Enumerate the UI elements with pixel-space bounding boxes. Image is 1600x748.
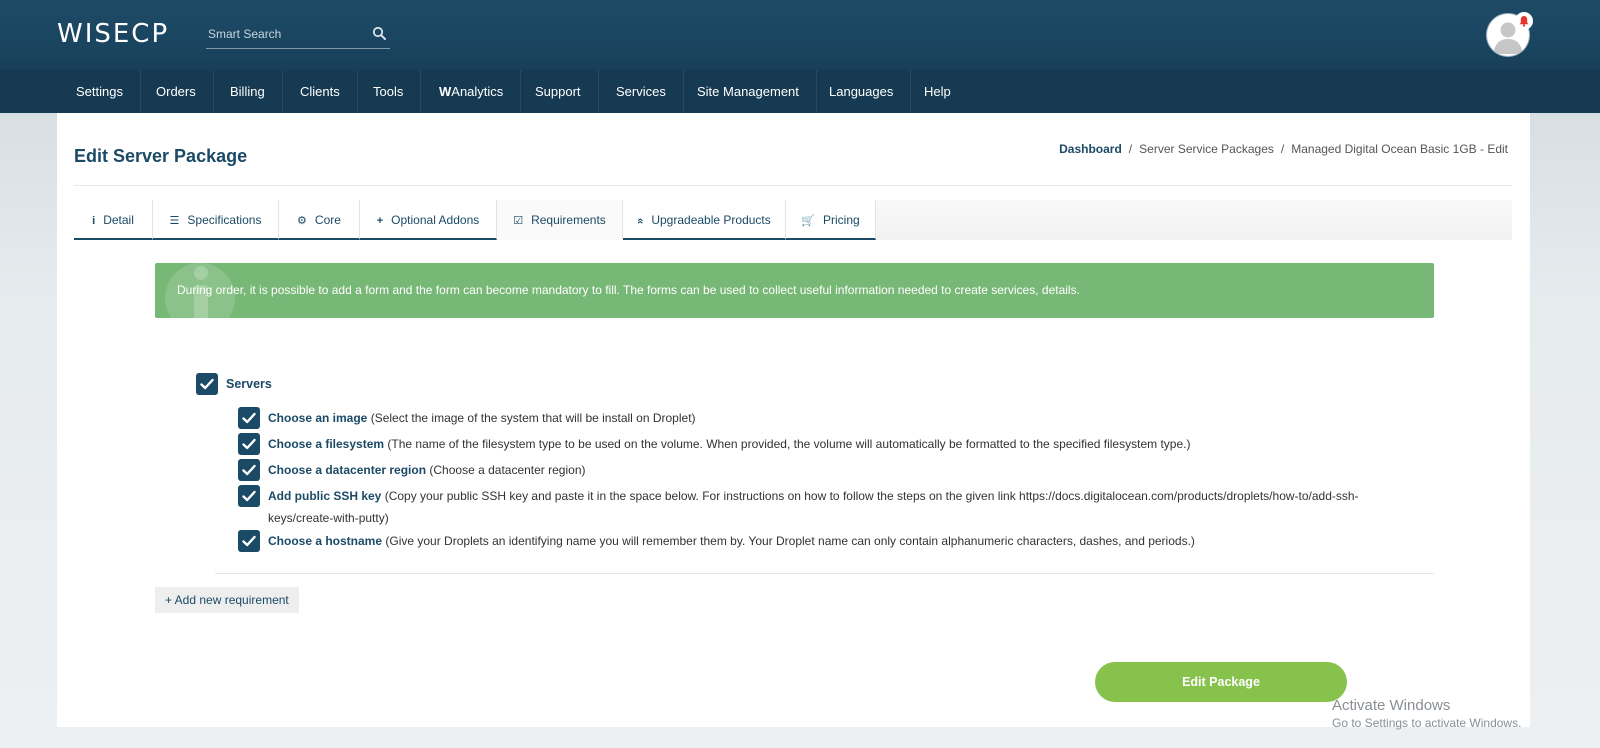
tab-label: Pricing [823, 213, 860, 227]
check-icon [242, 438, 256, 450]
requirement-name: Choose a hostname [268, 534, 383, 548]
tab-pricing[interactable]: 🛒 Pricing [786, 200, 876, 240]
requirement-item: Choose a datacenter region (Choose a dat… [268, 459, 585, 481]
nav-orders[interactable]: Orders [139, 70, 214, 113]
page-title: Edit Server Package [74, 146, 248, 166]
edit-package-button[interactable]: Edit Package [1095, 662, 1347, 702]
requirement-checkbox[interactable] [238, 433, 260, 455]
search-input[interactable] [206, 22, 370, 46]
nav-tools[interactable]: Tools [356, 70, 422, 113]
search-icon[interactable] [372, 26, 386, 40]
tab-upgradeable-products[interactable]: « Upgradeable Products [623, 200, 786, 240]
tab-label: Requirements [531, 213, 606, 227]
notification-bell[interactable] [1515, 12, 1533, 30]
requirement-item: Add public SSH key (Copy your public SSH… [268, 485, 1418, 529]
requirement-name: Choose a datacenter region [268, 463, 427, 477]
breadcrumb-separator: / [1128, 142, 1133, 156]
nav-label: Orders [156, 84, 196, 99]
nav-help[interactable]: Help [907, 70, 968, 113]
nav-settings[interactable]: Settings [59, 70, 141, 113]
tab-specifications[interactable]: ☰ Specifications [153, 200, 279, 240]
tab-core[interactable]: ⚙ Core [279, 200, 360, 240]
tab-label: Optional Addons [391, 213, 480, 227]
tab-label: Core [314, 213, 341, 227]
breadcrumb-separator: / [1280, 142, 1285, 156]
requirement-checkbox[interactable] [238, 530, 260, 552]
nav-label: Services [616, 84, 666, 99]
angle-double-up-icon: « [634, 217, 647, 225]
requirement-description: (The name of the filesystem type to be u… [387, 437, 1191, 451]
divider [215, 573, 1434, 574]
requirement-checkbox[interactable] [238, 459, 260, 481]
watermark-subtitle: Go to Settings to activate Windows. [1332, 716, 1522, 730]
nav-label: Tools [373, 84, 404, 99]
watermark-title: Activate Windows [1332, 697, 1451, 714]
add-requirement-button[interactable]: + Add new requirement [155, 587, 299, 613]
nav-clients[interactable]: Clients [283, 70, 358, 113]
nav-label-bold: W [439, 84, 452, 99]
breadcrumb-server-packages[interactable]: Server Service Packages [1139, 142, 1274, 156]
breadcrumb-current: Managed Digital Ocean Basic 1GB - Edit [1291, 142, 1508, 156]
nav-label: Analytics [451, 84, 504, 99]
nav-support[interactable]: Support [518, 70, 599, 113]
bell-icon [1519, 16, 1529, 27]
nav-wanalytics[interactable]: WAnalytics [422, 70, 522, 113]
gears-icon: ⚙ [297, 215, 307, 227]
nav-label: Site Management [697, 84, 799, 99]
requirement-item: Choose a hostname (Give your Droplets an… [268, 530, 1195, 552]
plus-icon: + [376, 215, 384, 227]
logo[interactable]: WISECP [57, 20, 169, 48]
breadcrumb: Dashboard / Server Service Packages / Manage… [1059, 142, 1508, 156]
nav-label: Clients [300, 84, 340, 99]
requirement-checkbox[interactable] [238, 485, 260, 507]
check-icon [242, 464, 256, 476]
requirement-name: Choose an image [268, 411, 368, 425]
requirement-name: Choose a filesystem [268, 437, 385, 451]
check-icon [242, 535, 256, 547]
info-alert: During order, it is possible to add a fo… [155, 263, 1434, 318]
main-nav: Settings Orders Billing Clients Tools WA… [0, 70, 1600, 113]
requirement-description: (Give your Droplets an identifying name … [385, 534, 1195, 548]
info-icon: i [92, 215, 96, 227]
list-icon: ☰ [169, 215, 180, 227]
cart-icon: 🛒 [801, 215, 815, 227]
check-icon [242, 412, 256, 424]
servers-checkbox[interactable] [196, 373, 218, 395]
nav-languages[interactable]: Languages [812, 70, 912, 113]
divider [74, 185, 1512, 186]
requirement-group-label: Servers [226, 377, 272, 391]
requirement-item: Choose an image (Select the image of the… [268, 407, 696, 429]
requirement-description: (Copy your public SSH key and paste it i… [268, 489, 1359, 525]
top-header: WISECP [0, 0, 1600, 70]
check-icon [200, 378, 214, 390]
requirement-checkbox[interactable] [238, 407, 260, 429]
tab-detail[interactable]: i Detail [74, 200, 153, 240]
tab-requirements[interactable]: ☑ Requirements [497, 200, 623, 240]
tab-label: Specifications [187, 213, 262, 227]
requirement-description: (Choose a datacenter region) [429, 463, 586, 477]
nav-label: Billing [230, 84, 265, 99]
requirement-name: Add public SSH key [268, 489, 382, 503]
nav-label: Languages [829, 84, 894, 99]
nav-label: Help [924, 84, 951, 99]
tab-label: Detail [103, 213, 134, 227]
nav-label: Support [535, 84, 581, 99]
smart-search [206, 18, 390, 49]
breadcrumb-dashboard[interactable]: Dashboard [1059, 142, 1122, 156]
nav-billing[interactable]: Billing [213, 70, 283, 113]
alert-text: During order, it is possible to add a fo… [177, 283, 1080, 297]
nav-services[interactable]: Services [599, 70, 684, 113]
nav-site-management[interactable]: Site Management [680, 70, 817, 113]
check-square-icon: ☑ [513, 215, 524, 227]
windows-activation-watermark: Activate Windows Go to Settings to activ… [1332, 697, 1521, 730]
tab-label: Upgradeable Products [651, 213, 771, 227]
requirement-item: Choose a filesystem (The name of the fil… [268, 433, 1190, 455]
nav-label: Settings [76, 84, 123, 99]
requirement-description: (Select the image of the system that wil… [370, 411, 696, 425]
tab-optional-addons[interactable]: + Optional Addons [360, 200, 497, 240]
check-icon [242, 490, 256, 502]
